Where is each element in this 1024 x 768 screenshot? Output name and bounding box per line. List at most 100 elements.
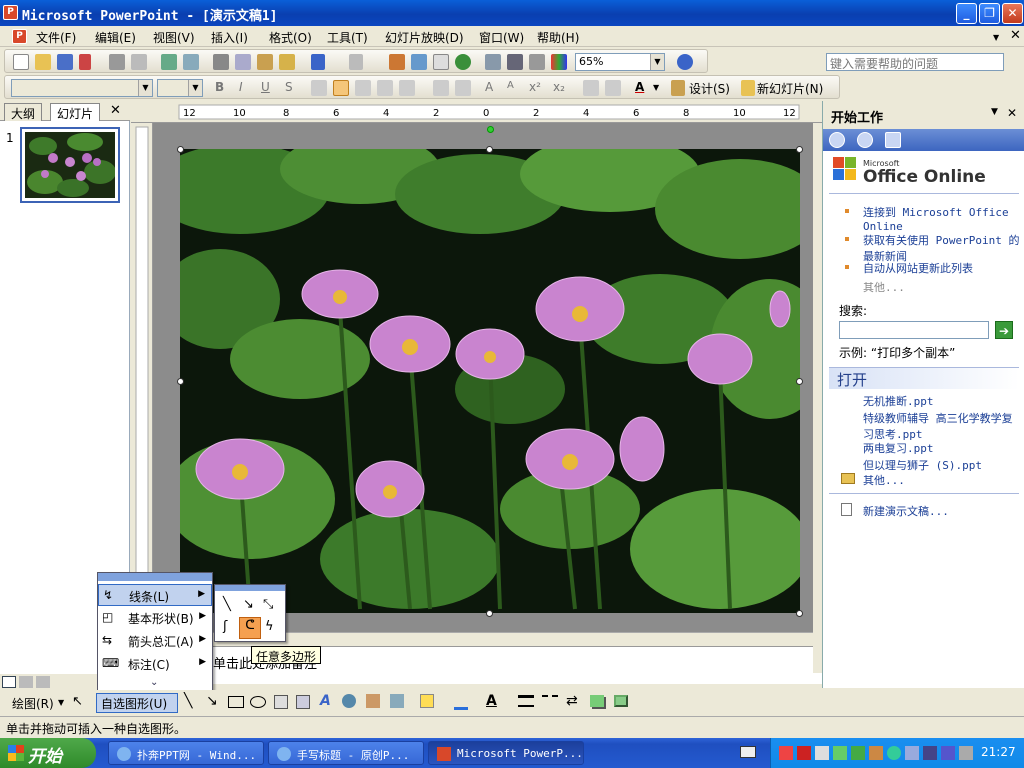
double-arrow-tool-icon[interactable]: ⤡ — [263, 597, 273, 612]
hyperlink-icon[interactable] — [455, 54, 471, 70]
vertical-textbox-icon[interactable] — [296, 695, 310, 709]
autoshapes-button[interactable]: 自选图形(U) ▼ — [96, 693, 178, 725]
line-tool-icon[interactable]: ╲ — [223, 597, 231, 612]
chevron-down-icon[interactable]: ▼ — [991, 107, 998, 117]
menu-window[interactable]: 窗口(W) — [479, 29, 524, 46]
scribble-tool-icon[interactable]: ϟ — [265, 619, 274, 634]
dash-style-icon[interactable] — [542, 695, 558, 707]
insert-table-icon[interactable] — [411, 54, 427, 70]
rectangle-icon[interactable] — [228, 696, 244, 708]
align-left-icon[interactable] — [311, 80, 327, 96]
menu-item-callouts[interactable]: ⌨ 标注(C) ▶ — [98, 653, 212, 675]
resize-handle[interactable] — [177, 378, 184, 385]
rotate-handle[interactable] — [487, 126, 494, 133]
slide[interactable] — [150, 134, 830, 613]
spelling-icon[interactable] — [161, 54, 177, 70]
search-input[interactable] — [839, 321, 989, 339]
menu-edit[interactable]: 编辑(E) — [95, 29, 136, 46]
numbering-icon[interactable] — [433, 80, 449, 96]
maximize-button[interactable]: ❐ — [979, 3, 1000, 24]
clipart-icon[interactable] — [366, 694, 380, 708]
open-more-link[interactable]: 其他... — [863, 472, 905, 488]
resize-handle[interactable] — [796, 378, 803, 385]
help-icon[interactable] — [677, 54, 693, 70]
line-color-icon[interactable] — [454, 707, 468, 710]
recent-file-2[interactable]: 特级教师辅导 高三化学教学复习思考.ppt — [863, 410, 1019, 442]
tables-borders-icon[interactable] — [433, 54, 449, 70]
tray-icon[interactable] — [869, 746, 883, 760]
design-icon[interactable] — [671, 80, 685, 96]
line-icon[interactable]: ╲ — [184, 693, 192, 709]
tray-icon[interactable] — [779, 746, 793, 760]
new-presentation-link[interactable]: 新建演示文稿... — [863, 503, 949, 519]
chevron-down-icon[interactable]: ▼ — [653, 83, 659, 92]
new-slide-icon[interactable] — [741, 80, 755, 96]
superscript-icon[interactable]: x² — [529, 80, 541, 94]
research-icon[interactable] — [183, 54, 199, 70]
tray-icon[interactable] — [815, 746, 829, 760]
expand-all-icon[interactable] — [485, 54, 501, 70]
align-center-icon[interactable] — [333, 80, 349, 96]
slide-thumbnail[interactable] — [20, 127, 120, 203]
slide-canvas[interactable] — [150, 123, 830, 632]
tray-icon[interactable] — [923, 746, 937, 760]
menu-help[interactable]: 帮助(H) — [537, 29, 579, 46]
doc-close-icon[interactable]: ✕ — [1010, 28, 1021, 43]
oval-icon[interactable] — [250, 696, 266, 708]
start-button[interactable]: 开始 — [0, 738, 96, 768]
font-select[interactable]: ▼ — [11, 79, 153, 97]
curve-tool-icon[interactable]: ʃ — [223, 619, 227, 634]
minimize-button[interactable]: _ — [956, 3, 977, 24]
increase-font-icon[interactable]: A — [485, 80, 493, 94]
zoom-select[interactable]: 65% ▼ — [575, 53, 665, 71]
menu-item-basic-shapes[interactable]: ◰ 基本形状(B) ▶ — [98, 607, 212, 629]
taskbar-item-powerpoint[interactable]: Microsoft PowerP... — [428, 741, 584, 765]
document-icon[interactable]: P — [12, 29, 27, 44]
align-right-icon[interactable] — [355, 80, 371, 96]
menu-insert[interactable]: 插入(I) — [211, 29, 248, 46]
show-grid-icon[interactable] — [529, 54, 545, 70]
cut-icon[interactable] — [213, 54, 229, 70]
open-icon[interactable] — [35, 54, 51, 70]
tab-outline[interactable]: 大纲 — [4, 103, 43, 121]
resize-handle[interactable] — [177, 146, 184, 153]
menu-tools[interactable]: 工具(T) — [327, 29, 368, 46]
tray-icon[interactable] — [851, 746, 865, 760]
close-button[interactable]: ✕ — [1002, 3, 1023, 24]
menu-item-lines[interactable]: ↯ 线条(L) ▶ — [98, 584, 212, 606]
diagram-icon[interactable] — [342, 694, 356, 708]
slide-sorter-icon[interactable] — [19, 676, 33, 688]
normal-view-icon[interactable] — [2, 676, 16, 688]
decrease-font-icon[interactable]: A — [507, 80, 514, 91]
print-preview-icon[interactable] — [131, 54, 147, 70]
tray-icon[interactable] — [941, 746, 955, 760]
color-grayscale-icon[interactable] — [551, 54, 567, 70]
tray-icon[interactable] — [905, 746, 919, 760]
resize-handle[interactable] — [796, 146, 803, 153]
keyboard-icon[interactable] — [740, 746, 756, 758]
recent-file-3[interactable]: 两电复习.ppt — [863, 440, 934, 456]
recent-file-1[interactable]: 无机推断.ppt — [863, 393, 934, 409]
search-go-button[interactable]: ➔ — [995, 321, 1013, 339]
font-color-icon[interactable]: A — [635, 80, 644, 94]
permission-icon[interactable] — [79, 54, 91, 70]
menu-file[interactable]: 文件(F) — [36, 29, 76, 46]
recent-file-4[interactable]: 但以理与狮子 (S).ppt — [863, 457, 982, 473]
draw-menu-button[interactable]: 绘图(R) — [12, 695, 54, 712]
show-formatting-icon[interactable] — [507, 54, 523, 70]
resize-handle[interactable] — [486, 610, 493, 617]
resize-handle[interactable] — [796, 610, 803, 617]
menu-drag-handle[interactable] — [98, 573, 212, 581]
chevron-down-icon[interactable]: ▼ — [138, 80, 152, 96]
decrease-indent-icon[interactable] — [583, 80, 599, 96]
insert-chart-icon[interactable] — [389, 54, 405, 70]
bullets-icon[interactable] — [455, 80, 471, 96]
link-connect-office-online[interactable]: 连接到 Microsoft Office Online — [863, 204, 1023, 233]
copy-icon[interactable] — [235, 54, 251, 70]
3d-style-icon[interactable] — [614, 695, 628, 707]
help-dropdown-arrow-icon[interactable]: ▼ — [993, 33, 999, 42]
wordart-icon[interactable]: A — [320, 693, 331, 709]
powerpoint-app-icon[interactable]: P — [3, 5, 18, 20]
chevron-down-icon[interactable]: ▼ — [188, 80, 202, 96]
link-more[interactable]: 其他... — [863, 279, 905, 295]
